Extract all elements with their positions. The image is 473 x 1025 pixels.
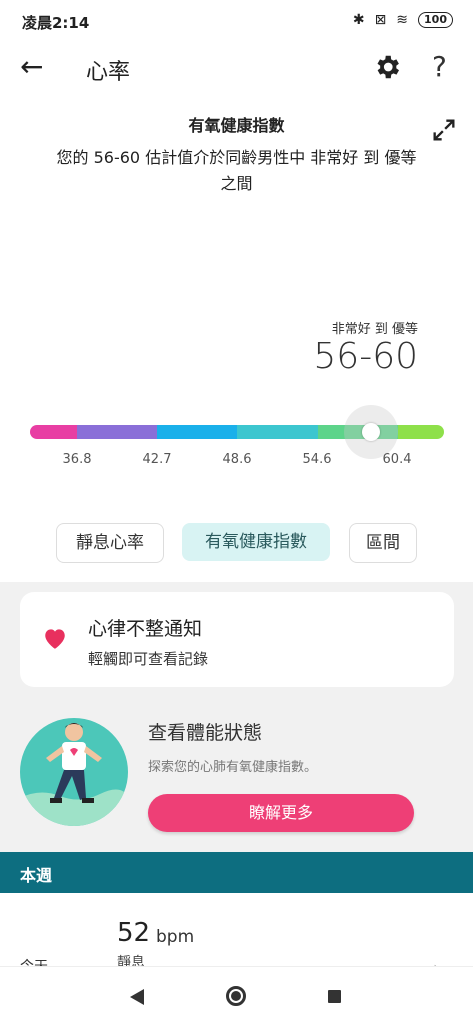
scale-tick-label: 42.7 xyxy=(142,452,172,467)
range-label: 非常好 到 優等 xyxy=(331,322,418,337)
status-bar: 凌晨2:14 ✱ ⊠ ≋ 100 xyxy=(0,0,473,44)
nav-recents-icon[interactable] xyxy=(328,990,341,1003)
metric-tabs: 靜息心率 有氧健康指數 區間 xyxy=(0,523,473,563)
week-section-header: 本週 xyxy=(0,852,473,893)
page-title: 心率 xyxy=(86,60,131,85)
irregular-rhythm-card[interactable]: 心律不整通知 輕觸即可查看記錄 xyxy=(20,592,454,687)
status-icons: ✱ ⊠ ≋ 100 xyxy=(353,12,453,28)
card-title: 心律不整通知 xyxy=(88,618,203,640)
section-title: 有氧健康指數 xyxy=(188,116,285,135)
scale-segment xyxy=(157,425,237,439)
bluetooth-icon: ✱ xyxy=(352,12,365,28)
system-nav-bar xyxy=(0,966,473,1025)
scale-segment xyxy=(30,425,77,439)
scale-tick-label: 60.4 xyxy=(382,452,412,467)
heart-icon xyxy=(45,629,65,649)
nav-back-icon[interactable] xyxy=(130,989,144,1005)
app-bar: ← 心率 ? xyxy=(0,44,473,94)
promo-description: 探索您的心肺有氧健康指數。 xyxy=(148,760,318,775)
promo-title: 查看體能狀態 xyxy=(148,722,263,744)
fitness-illustration xyxy=(20,718,128,826)
bpm-unit: bpm xyxy=(156,927,195,947)
scale-pointer xyxy=(362,423,380,441)
runner-illustration xyxy=(20,723,128,826)
wifi-icon: ≋ xyxy=(396,12,409,28)
status-time: 凌晨2:14 xyxy=(22,14,90,32)
battery-icon: 100 xyxy=(418,12,453,28)
scale-segment xyxy=(237,425,318,439)
scale-segment xyxy=(398,425,444,439)
back-arrow-icon[interactable]: ← xyxy=(20,52,43,82)
tab-zones[interactable]: 區間 xyxy=(349,523,417,563)
scale-tick-label: 48.6 xyxy=(222,452,252,467)
nav-home-icon[interactable] xyxy=(226,986,246,1006)
scale-tick-label: 54.6 xyxy=(302,452,332,467)
help-icon[interactable]: ? xyxy=(432,50,447,83)
estimate-description: 您的 56-60 估計值介於同齡男性中 非常好 到 優等 之間 xyxy=(56,148,417,193)
sim-icon: ⊠ xyxy=(374,12,387,28)
week-title: 本週 xyxy=(20,866,53,885)
scale-segment xyxy=(77,425,157,439)
range-value: 56-60 xyxy=(313,336,418,377)
card-subtitle: 輕觸即可查看記錄 xyxy=(88,650,209,668)
resting-bpm-value: 52 xyxy=(117,918,151,948)
scale-tick-label: 36.8 xyxy=(62,452,92,467)
expand-icon[interactable] xyxy=(430,116,458,144)
tab-resting-heart-rate[interactable]: 靜息心率 xyxy=(56,523,164,563)
gear-icon[interactable] xyxy=(372,52,402,82)
tab-cardio-fitness[interactable]: 有氧健康指數 xyxy=(182,523,330,561)
learn-more-button[interactable]: 瞭解更多 xyxy=(148,794,414,832)
